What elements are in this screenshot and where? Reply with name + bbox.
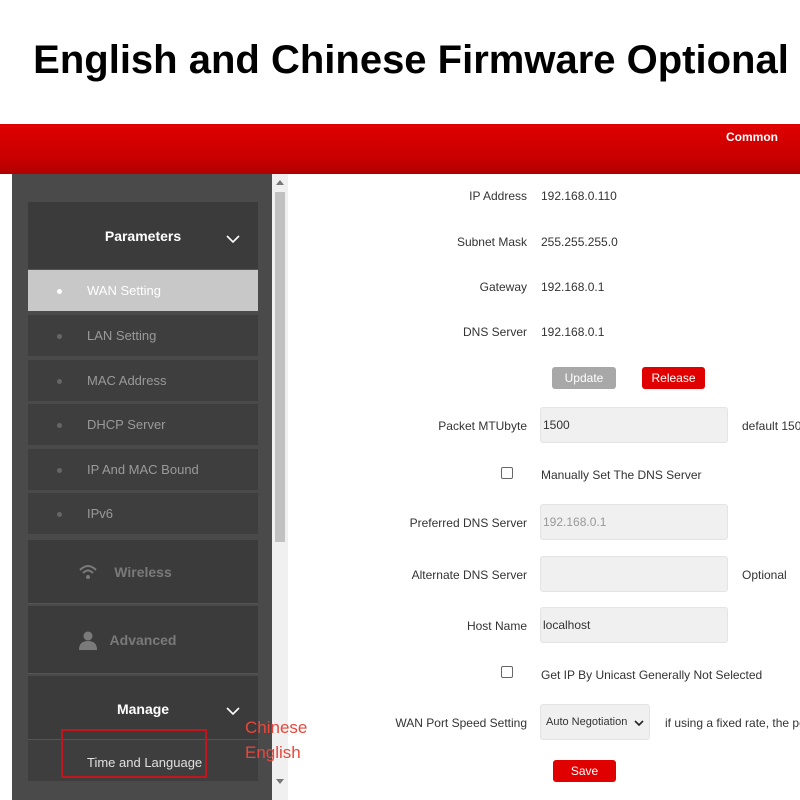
sidebar-item-ip-mac-bound[interactable]: IP And MAC Bound	[28, 449, 258, 492]
sidebar-item-label: DHCP Server	[87, 417, 166, 432]
scroll-down-arrow-icon[interactable]	[276, 779, 284, 784]
dns-server-label: DNS Server	[462, 325, 527, 339]
sidebar-scrollbar[interactable]	[272, 174, 288, 800]
sidebar-item-label: LAN Setting	[87, 328, 157, 343]
update-button[interactable]: Update	[552, 367, 616, 389]
sidebar-item-lan-setting[interactable]: LAN Setting	[28, 315, 258, 358]
sidebar-item-label: IPv6	[87, 506, 114, 521]
save-button[interactable]: Save	[553, 760, 616, 782]
dns-server-value: 192.168.0.1	[541, 325, 605, 339]
sidebar-item-label: MAC Address	[87, 373, 167, 388]
sidebar-item-label: IP And MAC Bound	[87, 462, 199, 477]
sidebar-group-label: Advanced	[109, 632, 177, 648]
sidebar-item-wan-setting[interactable]: WAN Setting	[28, 270, 258, 313]
sidebar-item-ipv6[interactable]: IPv6	[28, 493, 258, 536]
preferred-dns-label: Preferred DNS Server	[409, 516, 527, 530]
chevron-down-icon	[226, 707, 240, 716]
wan-speed-label: WAN Port Speed Setting	[395, 716, 527, 730]
sidebar: Parameters WAN Setting LAN Setting MAC A…	[12, 174, 272, 800]
subnet-mask-value: 255.255.255.0	[541, 235, 618, 249]
sidebar-item-dhcp-server[interactable]: DHCP Server	[28, 404, 258, 447]
host-name-input[interactable]: localhost	[540, 607, 728, 643]
annotation-highlight-box	[61, 729, 207, 778]
bullet-icon	[57, 379, 62, 384]
scrollbar-thumb[interactable]	[275, 192, 285, 542]
wan-speed-hint: if using a fixed rate, the pe	[665, 716, 800, 730]
bullet-icon	[57, 289, 62, 294]
unicast-checkbox[interactable]	[501, 666, 513, 678]
packet-mtu-input[interactable]: 1500	[540, 407, 728, 443]
scroll-up-arrow-icon[interactable]	[276, 180, 284, 185]
subnet-mask-label: Subnet Mask	[456, 235, 527, 249]
sidebar-group-label: Manage	[116, 701, 170, 717]
ip-address-value: 192.168.0.110	[541, 189, 617, 203]
sidebar-item-label: WAN Setting	[87, 283, 161, 298]
manual-dns-checkbox[interactable]	[501, 467, 513, 479]
top-nav-bar: Common	[0, 124, 800, 174]
sidebar-group-parameters[interactable]: Parameters	[28, 202, 258, 270]
alternate-dns-label: Alternate DNS Server	[411, 568, 527, 582]
ip-address-label: IP Address	[469, 189, 527, 203]
bullet-icon	[57, 334, 62, 339]
sidebar-group-label: Wireless	[114, 564, 172, 580]
release-button[interactable]: Release	[642, 367, 705, 389]
common-menu-link[interactable]: Common	[726, 130, 778, 144]
packet-mtu-label: Packet MTUbyte	[438, 419, 527, 433]
sidebar-group-advanced[interactable]: Advanced	[28, 606, 258, 674]
manual-dns-label: Manually Set The DNS Server	[541, 468, 702, 482]
chevron-down-icon	[634, 720, 644, 727]
chevron-down-icon	[226, 235, 240, 244]
wan-speed-select[interactable]: Auto Negotiation	[540, 704, 650, 740]
bullet-icon	[57, 512, 62, 517]
banner-title: English and Chinese Firmware Optional	[33, 38, 789, 82]
annotation-english: English	[245, 743, 301, 762]
gateway-label: Gateway	[479, 280, 527, 294]
sidebar-group-label: Parameters	[104, 228, 182, 244]
bullet-icon	[57, 423, 62, 428]
alternate-dns-input[interactable]	[540, 556, 728, 592]
bullet-icon	[57, 468, 62, 473]
gateway-value: 192.168.0.1	[541, 280, 605, 294]
host-name-label: Host Name	[466, 619, 527, 633]
annotation-chinese: Chinese	[245, 718, 308, 737]
wan-speed-selected: Auto Negotiation	[546, 716, 628, 728]
sidebar-group-wireless[interactable]: Wireless	[28, 540, 258, 604]
packet-mtu-hint: default 150	[742, 419, 800, 433]
unicast-label: Get IP By Unicast Generally Not Selected	[541, 668, 763, 682]
sidebar-item-mac-address[interactable]: MAC Address	[28, 360, 258, 403]
alternate-dns-hint: Optional	[742, 568, 787, 582]
preferred-dns-input[interactable]: 192.168.0.1	[540, 504, 728, 540]
